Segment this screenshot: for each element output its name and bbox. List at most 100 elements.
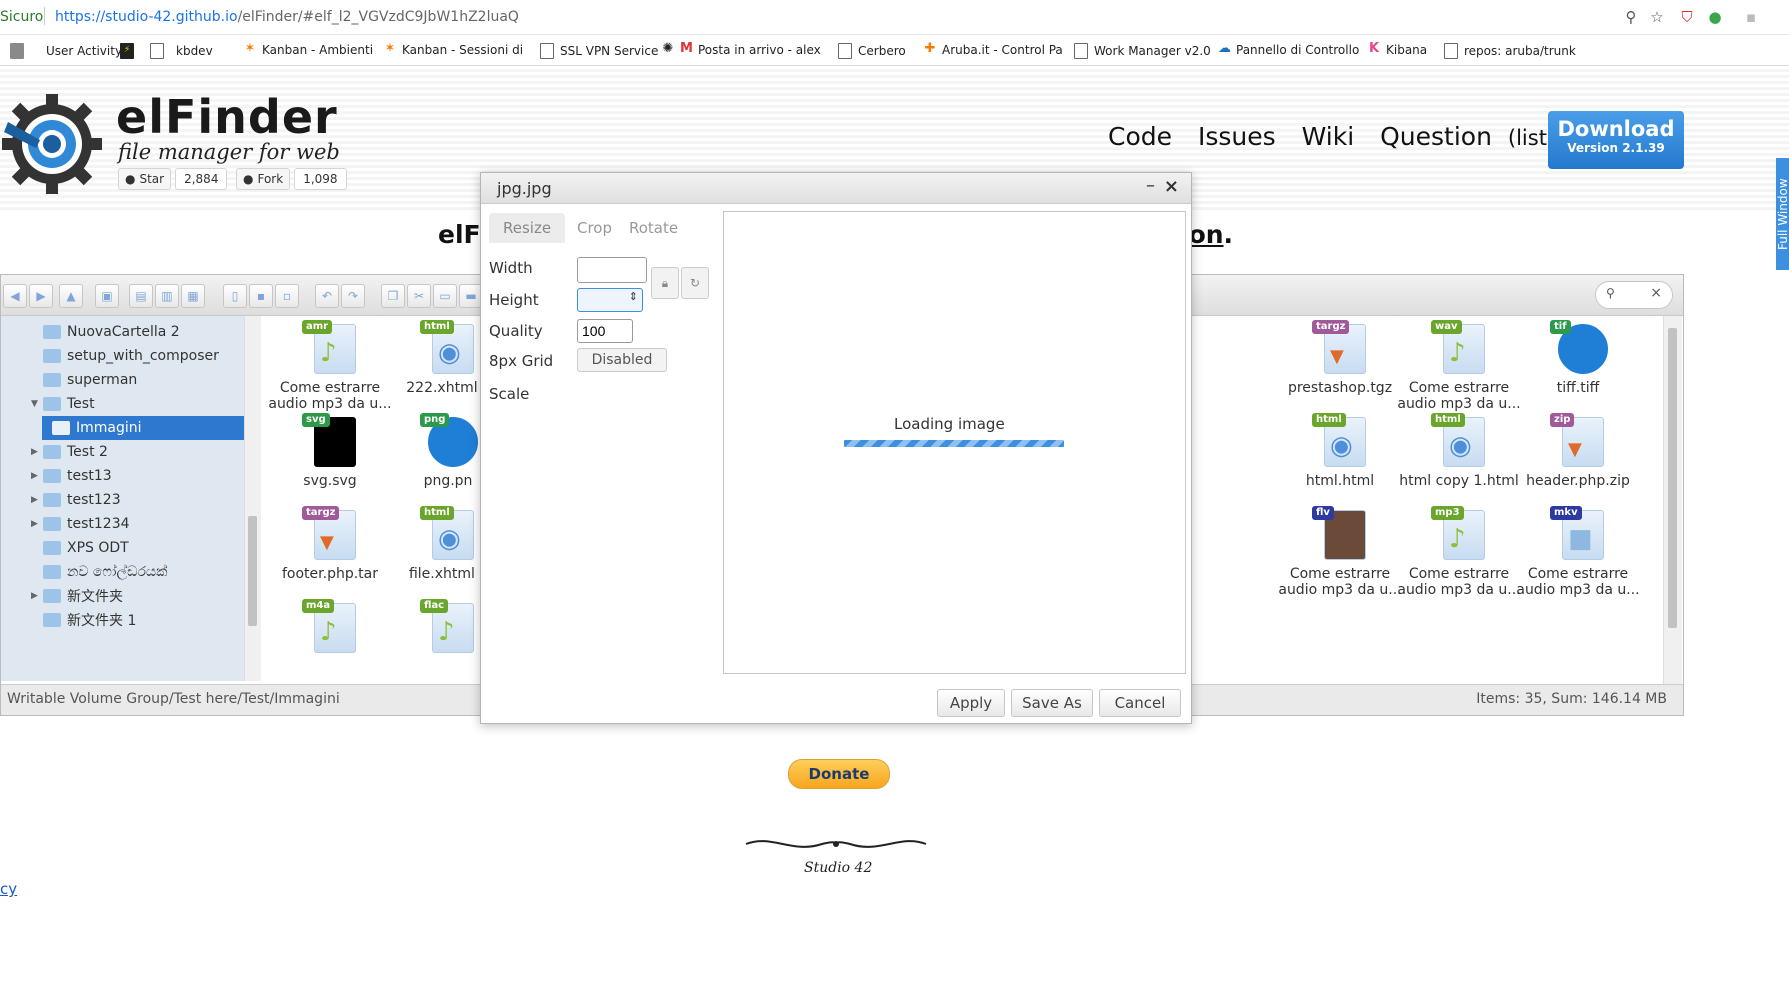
cut-icon[interactable]: ✂	[407, 284, 431, 308]
upload-icon[interactable]: ▦	[181, 284, 205, 308]
tree-node[interactable]: superman	[1, 368, 244, 392]
tree-scrollbar[interactable]	[244, 316, 261, 681]
file-item[interactable]: ♪ m4a	[263, 599, 397, 659]
copy-icon[interactable]: ❐	[381, 284, 405, 308]
nav-question[interactable]: Question	[1380, 122, 1492, 151]
tree-node[interactable]: XPS ODT	[1, 536, 244, 560]
expand-closed-icon[interactable]: ▶	[31, 591, 41, 601]
getfile-icon[interactable]: ▫	[275, 284, 299, 308]
cancel-button[interactable]: Cancel	[1099, 689, 1181, 717]
file-item[interactable]: flv Come estrarre audio mp3 da u...	[1273, 506, 1407, 598]
file-item[interactable]: ◉ html 222.xhtml c	[381, 320, 483, 396]
extension-green-icon[interactable]: ●	[1706, 8, 1724, 26]
github-fork-button[interactable]: ● Fork	[236, 168, 291, 190]
file-item[interactable]: ◉ html html.html	[1273, 413, 1407, 489]
tree-node[interactable]: ▶ test1234	[1, 512, 244, 536]
height-stepper[interactable]: ⇕	[577, 288, 643, 312]
minimize-icon[interactable]: –	[1146, 175, 1155, 196]
tree-node[interactable]: NuovaCartella 2	[1, 320, 244, 344]
bookmark-kbdev[interactable]: ⚡ kbdev	[120, 43, 213, 59]
tree-node[interactable]: ▶ test123	[1, 488, 244, 512]
nav-code[interactable]: Code	[1108, 122, 1172, 151]
file-scrollbar[interactable]	[1663, 316, 1682, 684]
up-icon[interactable]: ▲	[59, 284, 83, 308]
extension-shield-icon[interactable]: ⛉	[1678, 8, 1696, 26]
expand-open-icon[interactable]: ▼	[31, 399, 41, 409]
github-star[interactable]: ● Star 2,884	[118, 168, 228, 190]
expand-closed-icon[interactable]: ▶	[31, 519, 41, 529]
tree-node[interactable]: ▼ Test	[1, 392, 244, 416]
tree-node[interactable]: නව ෆෝල්ඩරයක්	[1, 560, 244, 584]
clear-search-icon[interactable]: ×	[1650, 285, 1662, 301]
bookmark-posta[interactable]: ✺ M Posta in arrivo - alex	[662, 42, 821, 57]
tree-node[interactable]: ▶ Test 2	[1, 440, 244, 464]
bookmark-cerbero[interactable]: Cerbero	[838, 43, 906, 59]
image-preview-area[interactable]: Loading image	[723, 211, 1186, 674]
file-scroll-thumb[interactable]	[1668, 328, 1677, 628]
close-icon[interactable]: ×	[1164, 176, 1179, 197]
bookmark-user-activity[interactable]: User Activity	[10, 43, 122, 59]
file-item[interactable]: ◉ html html copy 1.html	[1392, 413, 1526, 489]
tree-node[interactable]: ▶ 新文件夹	[1, 584, 244, 608]
file-item[interactable]: tif tiff.tiff	[1511, 320, 1645, 396]
file-item[interactable]: ▼ targz footer.php.tar	[263, 506, 397, 582]
file-item[interactable]: ■ mkv Come estrarre audio mp3 da u...	[1511, 506, 1645, 598]
file-item[interactable]: ♪ wav Come estrarre audio mp3 da u...	[1392, 320, 1526, 412]
reload-icon[interactable]: ▣	[95, 284, 119, 308]
github-star-button[interactable]: ● Star	[118, 168, 172, 190]
paste-icon[interactable]: ▭	[433, 284, 457, 308]
footer-link-fragment[interactable]: cy	[0, 880, 17, 898]
address-bar[interactable]: Sicuro https://studio-42.github.io/elFin…	[0, 0, 1789, 35]
open-icon[interactable]: ▯	[223, 284, 247, 308]
file-item[interactable]: svg svg.svg	[263, 413, 397, 489]
back-icon[interactable]: ◀	[3, 284, 27, 308]
full-window-tab[interactable]: Full Window	[1776, 158, 1789, 270]
forward-icon[interactable]: ▶	[29, 284, 53, 308]
tab-rotate[interactable]: Rotate	[615, 213, 692, 243]
grid-toggle-button[interactable]: Disabled	[577, 348, 667, 372]
search-box[interactable]: ⚲ ×	[1595, 281, 1673, 309]
file-item[interactable]: ▼ zip header.php.zip	[1511, 413, 1645, 489]
file-item[interactable]: ♪ mp3 Come estrarre audio mp3 da u...	[1392, 506, 1526, 598]
donate-button[interactable]: Donate	[788, 759, 890, 789]
undo-icon[interactable]: ↶	[315, 284, 339, 308]
download-icon[interactable]: ▪	[249, 284, 273, 308]
width-input[interactable]	[577, 257, 647, 283]
tab-resize[interactable]: Resize	[489, 213, 566, 243]
zoom-icon[interactable]: ⚲	[1622, 8, 1640, 26]
apply-button[interactable]: Apply	[937, 689, 1005, 717]
expand-closed-icon[interactable]: ▶	[31, 471, 41, 481]
lock-aspect-icon[interactable]: 🔒︎	[651, 267, 679, 299]
file-item[interactable]: ♪ flac	[381, 599, 483, 659]
nav-wiki[interactable]: Wiki	[1302, 122, 1355, 151]
stepper-arrows-icon[interactable]: ⇕	[629, 290, 638, 303]
bookmark-pannello[interactable]: ☁ Pannello di Controllo	[1218, 42, 1359, 57]
tree-node[interactable]: 新文件夹 1	[1, 608, 244, 632]
bookmark-aruba[interactable]: ✚ Aruba.it - Control Pa	[924, 42, 1063, 57]
tree-node[interactable]: ▶ test13	[1, 464, 244, 488]
save-as-button[interactable]: Save As	[1011, 689, 1093, 717]
download-button[interactable]: Download Version 2.1.39	[1548, 111, 1684, 169]
bookmark-ssl-vpn[interactable]: SSL VPN Service	[540, 43, 658, 59]
url-text[interactable]: https://studio-42.github.io/elFinder/#el…	[55, 9, 519, 25]
redo-icon[interactable]: ↷	[341, 284, 365, 308]
tree-scroll-thumb[interactable]	[248, 516, 257, 626]
file-item[interactable]: ▼ targz prestashop.tgz	[1273, 320, 1407, 396]
new-folder-icon[interactable]: ▤	[129, 284, 153, 308]
reset-size-icon[interactable]: ↻	[681, 267, 709, 299]
tree-node[interactable]: setup_with_composer	[1, 344, 244, 368]
bookmark-work-manager[interactable]: Work Manager v2.0	[1074, 43, 1211, 59]
expand-closed-icon[interactable]: ▶	[31, 495, 41, 505]
nav-issues[interactable]: Issues	[1198, 122, 1276, 151]
tree-node[interactable]: Immagini	[42, 416, 244, 440]
file-item[interactable]: ♪ amr Come estrarre audio mp3 da u...	[263, 320, 397, 412]
bookmark-kibana[interactable]: K Kibana	[1368, 42, 1427, 57]
extension-gray-icon[interactable]: ▪	[1742, 8, 1760, 26]
quality-input[interactable]	[577, 319, 633, 343]
dialog-titlebar[interactable]: jpg.jpg – ×	[481, 173, 1191, 204]
file-item[interactable]: png png.pn	[381, 413, 483, 489]
github-fork[interactable]: ● Fork 1,098	[236, 168, 347, 190]
bookmark-kanban-sessioni[interactable]: ✶ Kanban - Sessioni di	[384, 42, 523, 57]
bookmark-kanban-ambienti[interactable]: ✶ Kanban - Ambienti	[244, 42, 373, 57]
bookmark-repos[interactable]: repos: aruba/trunk	[1444, 43, 1576, 59]
